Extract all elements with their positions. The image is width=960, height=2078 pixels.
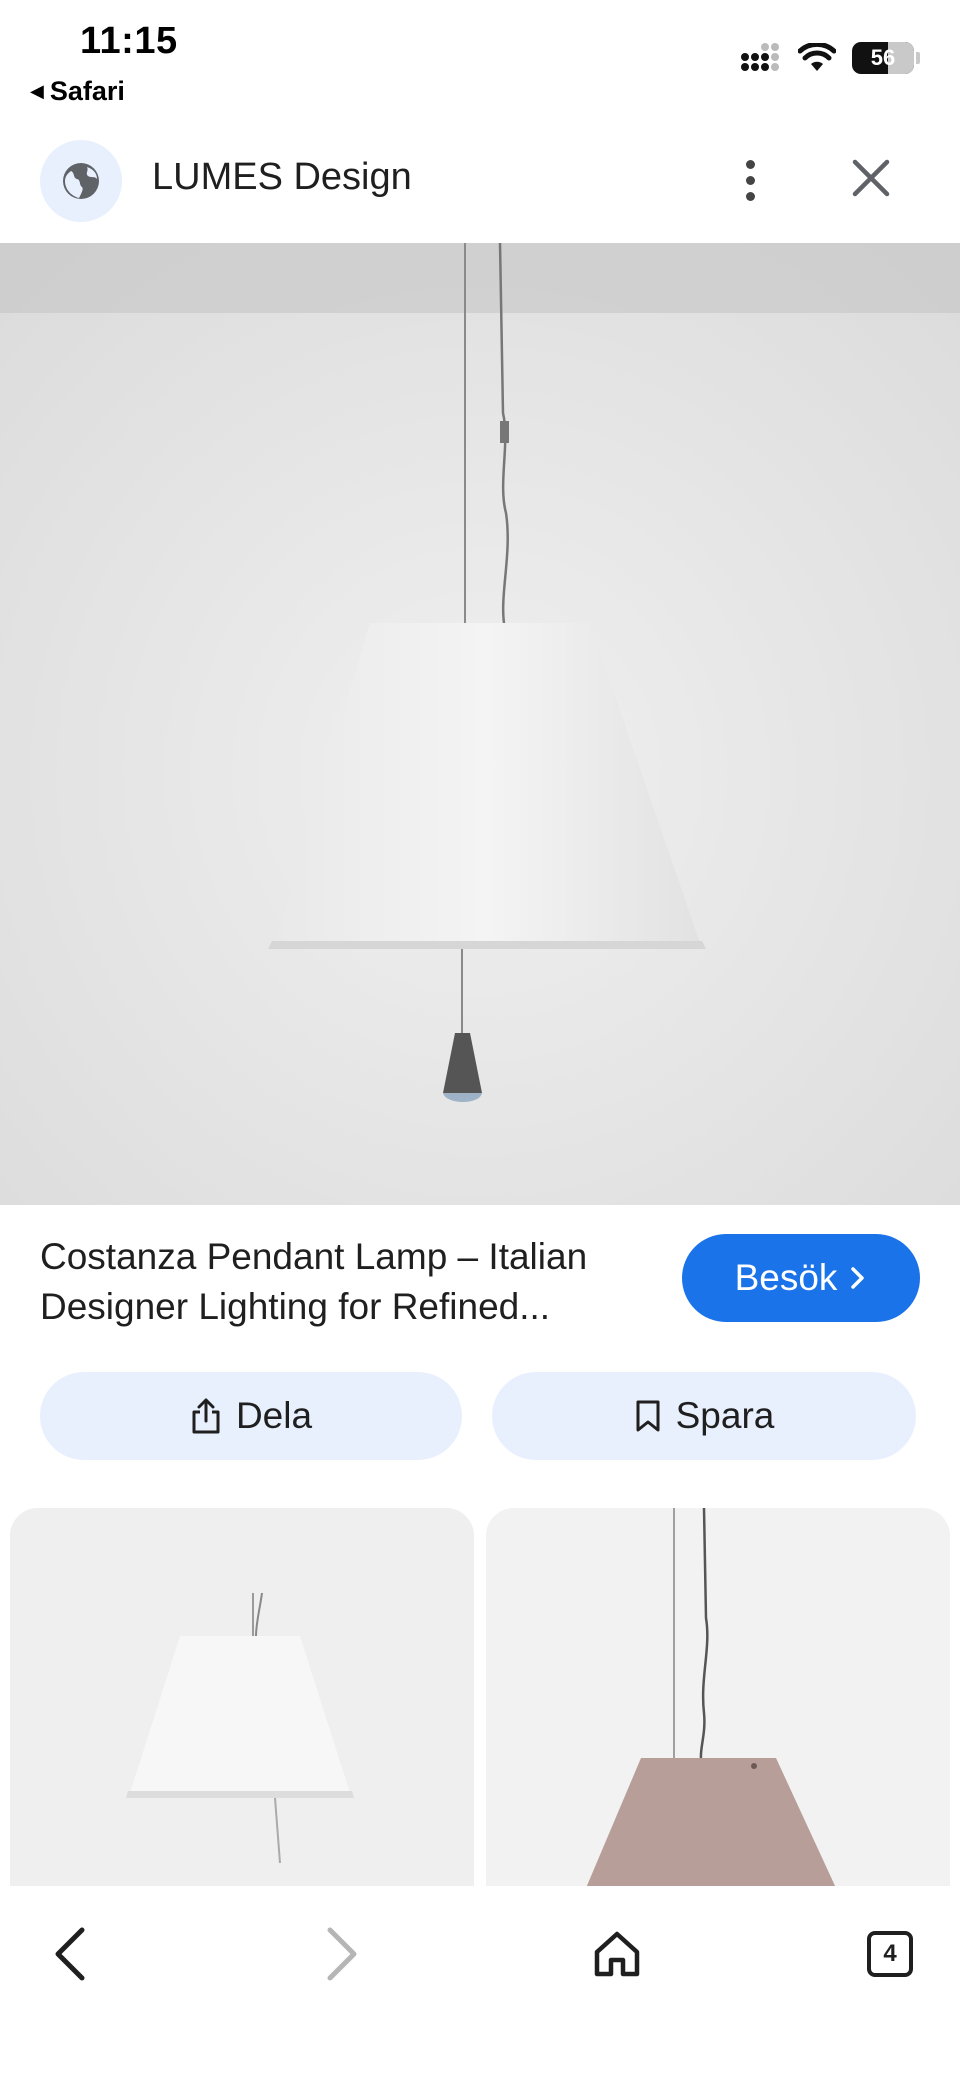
- more-dot-icon: [746, 175, 755, 185]
- chevron-right-icon: [851, 1267, 865, 1289]
- back-app-label: Safari: [49, 76, 125, 106]
- globe-icon: [63, 163, 99, 199]
- status-bar: 11:15 ◀ Safari 56: [0, 0, 960, 120]
- more-dot-icon: [746, 191, 755, 201]
- result-title[interactable]: Costanza Pendant Lamp – Italian Designer…: [40, 1232, 660, 1332]
- browser-toolbar: 4: [0, 1886, 960, 2078]
- pink-pendant-lamp-thumbnail: [486, 1508, 950, 1888]
- home-button[interactable]: [577, 1914, 657, 1994]
- save-button[interactable]: Spara: [492, 1372, 916, 1460]
- battery-icon: 56: [852, 42, 914, 74]
- lens-header: LUMES Design: [0, 130, 960, 240]
- back-to-app-link[interactable]: ◀ Safari: [30, 76, 125, 107]
- result-image[interactable]: [0, 243, 960, 1205]
- visit-button[interactable]: Besök: [682, 1234, 920, 1322]
- tabs-count: 4: [867, 1931, 913, 1977]
- forward-button[interactable]: [302, 1914, 382, 1994]
- status-time: 11:15: [80, 20, 178, 62]
- related-result-card[interactable]: [10, 1508, 474, 1888]
- more-options-button[interactable]: [732, 148, 769, 212]
- wifi-icon: [798, 43, 836, 71]
- visit-button-label: Besök: [734, 1257, 838, 1298]
- site-title: LUMES Design: [152, 156, 412, 198]
- share-icon: [192, 1398, 220, 1434]
- site-favicon: [40, 140, 122, 222]
- more-dot-icon: [746, 159, 755, 169]
- bookmark-icon: [636, 1400, 660, 1432]
- white-pendant-lamp-thumbnail: [10, 1508, 474, 1888]
- battery-level: 56: [870, 45, 896, 70]
- close-icon[interactable]: [845, 152, 897, 204]
- home-icon: [594, 1931, 640, 1977]
- chevron-right-icon: [327, 1927, 357, 1981]
- back-button[interactable]: [30, 1914, 110, 1994]
- tabs-button[interactable]: 4: [850, 1914, 930, 1994]
- share-button[interactable]: Dela: [40, 1372, 462, 1460]
- chevron-left-icon: [55, 1927, 85, 1981]
- cellular-signal-icon: [741, 43, 779, 71]
- save-label: Spara: [675, 1395, 775, 1436]
- pendant-lamp-image: [0, 243, 960, 1205]
- share-label: Dela: [235, 1395, 313, 1436]
- status-icons: 56: [740, 42, 920, 74]
- related-result-card[interactable]: [486, 1508, 950, 1888]
- back-triangle-icon: ◀: [30, 81, 44, 101]
